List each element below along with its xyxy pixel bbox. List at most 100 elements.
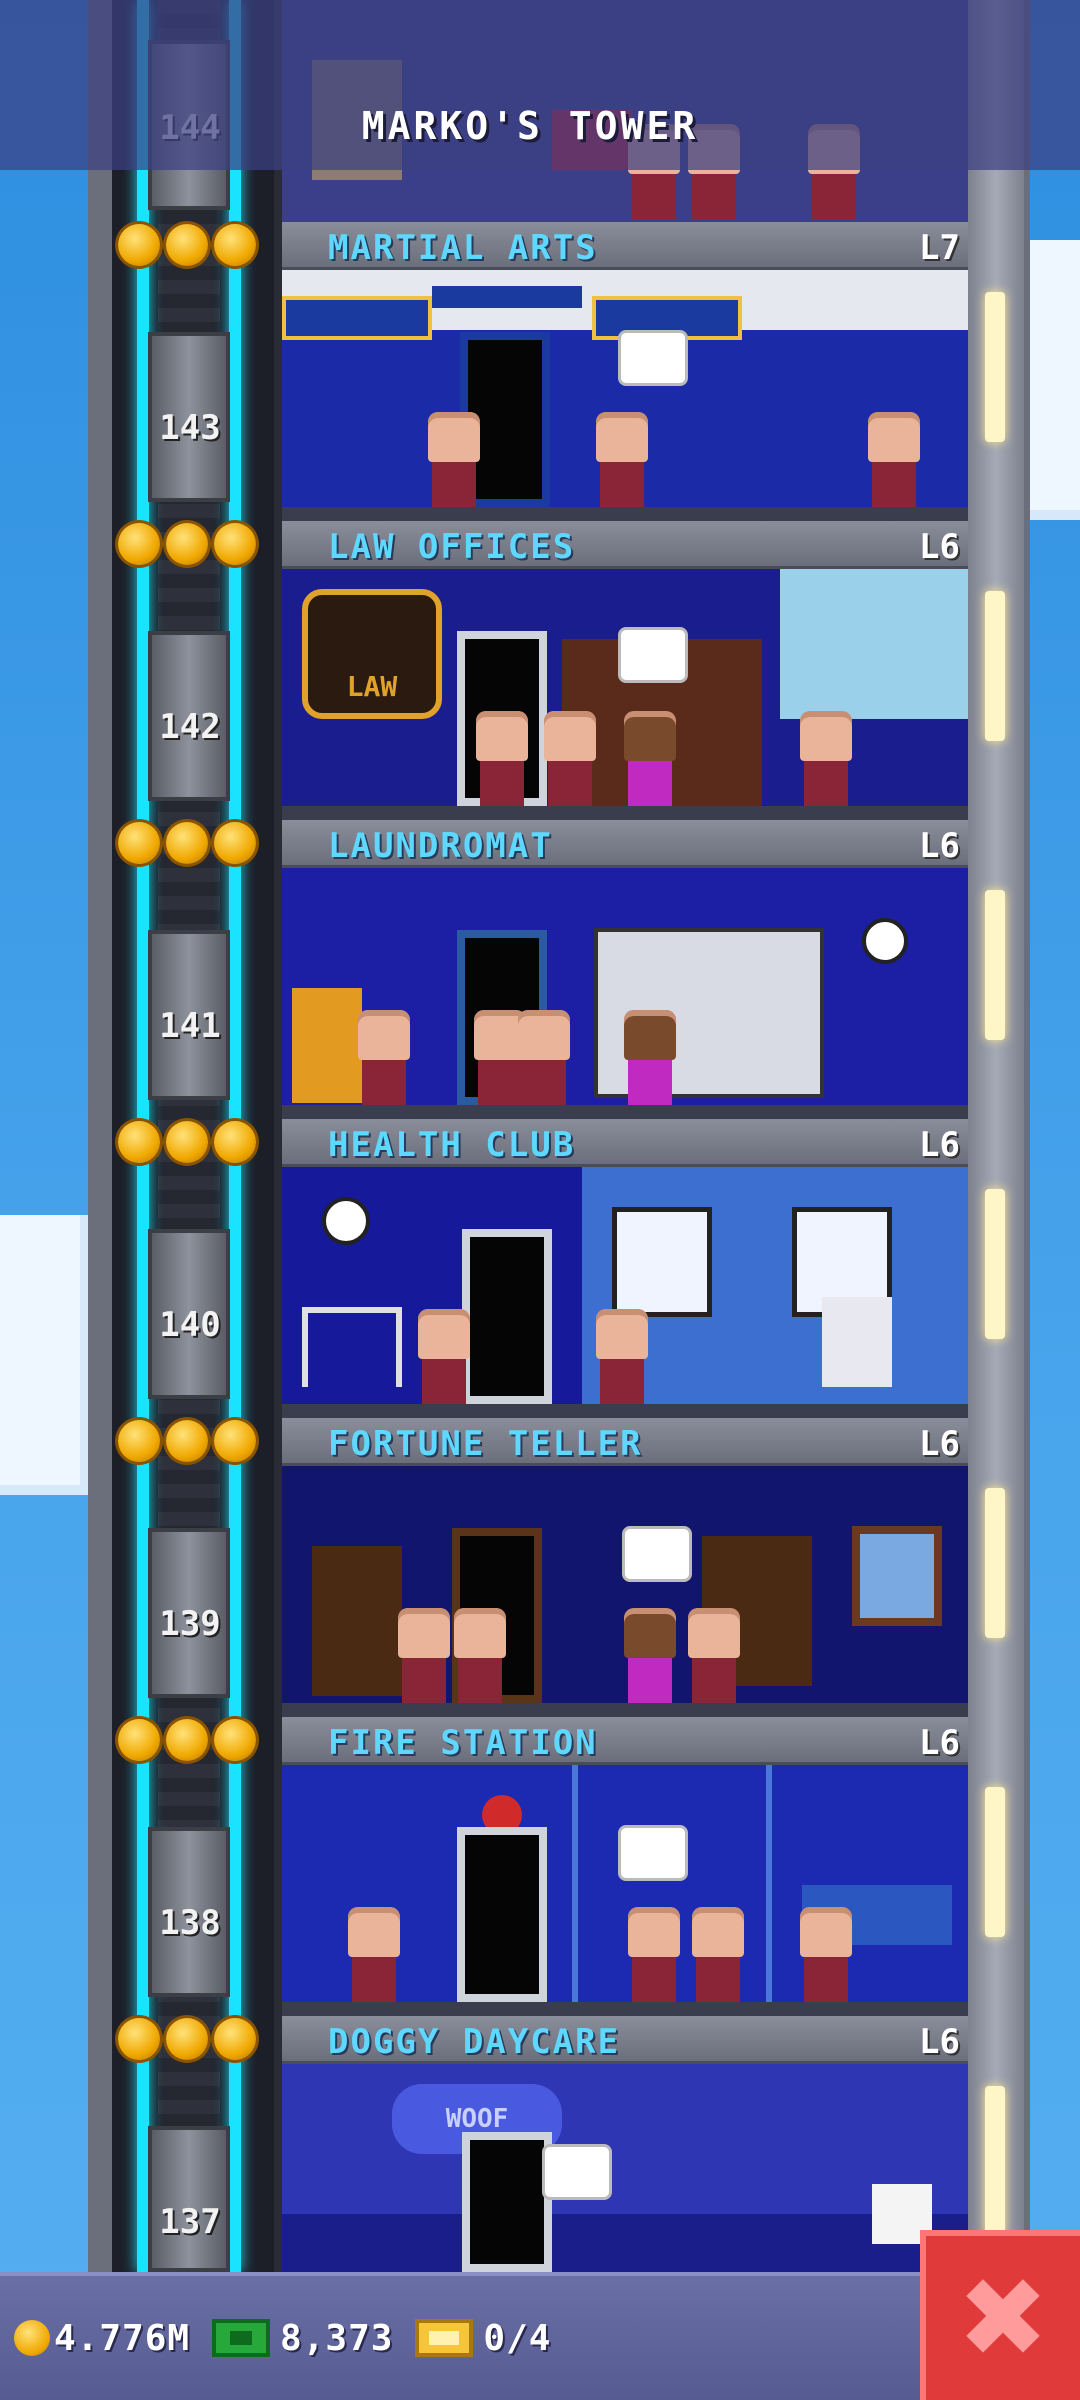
thought-bubble[interactable] [618, 1825, 688, 1881]
room-interior [282, 270, 968, 521]
floor-banner[interactable]: HEALTH CLUB L6 [282, 1119, 968, 1167]
floor-banner[interactable]: FIRE STATION L6 [282, 1717, 968, 1765]
star-rating [118, 822, 256, 864]
star-icon [166, 822, 208, 864]
window [852, 1526, 942, 1626]
resident[interactable] [590, 1309, 654, 1404]
floor-name: DOGGY DAYCARE [328, 2022, 621, 2062]
weight-bench [302, 1307, 402, 1387]
rail-light [985, 292, 1005, 442]
bottom-status-bar: 4.776M 8,373 0/4 [0, 2272, 1080, 2400]
coins-value: 4.776M [54, 2317, 191, 2359]
star-icon [118, 224, 160, 266]
resident[interactable] [862, 412, 926, 507]
floor-number: 142 [159, 707, 221, 747]
tower-header: MARKO'S TOWER [0, 0, 1080, 170]
resident[interactable] [538, 711, 602, 806]
thought-bubble[interactable] [618, 627, 688, 683]
floor-banner[interactable]: FORTUNE TELLER L6 [282, 1418, 968, 1466]
robot-pet[interactable] [822, 1297, 892, 1387]
floor-141[interactable]: LAUNDROMAT L6 141 [0, 820, 1080, 1119]
floor-level: L6 [919, 1125, 960, 1165]
elevator-door [148, 2126, 230, 2272]
resident[interactable] [682, 1608, 746, 1703]
room-ground [282, 2214, 968, 2272]
thought-bubble[interactable] [542, 2144, 612, 2200]
floor-level: L6 [919, 1723, 960, 1763]
star-icon [118, 1121, 160, 1163]
rail-light [985, 2086, 1005, 2236]
room-door[interactable] [457, 1827, 547, 2002]
star-icon [166, 1121, 208, 1163]
room-interior [282, 1466, 968, 1717]
resident[interactable] [794, 1907, 858, 2002]
resident[interactable] [392, 1608, 456, 1703]
resident[interactable] [618, 1608, 682, 1703]
star-icon [214, 2018, 256, 2060]
resident[interactable] [512, 1010, 576, 1105]
floor-level: L7 [919, 228, 960, 268]
room-interior: LAW [282, 569, 968, 820]
resident[interactable] [342, 1907, 406, 2002]
star-rating [118, 224, 256, 266]
room-floor [282, 507, 968, 521]
resident[interactable] [622, 1907, 686, 2002]
law-sign-text: LAW [346, 670, 398, 703]
floor-name: HEALTH CLUB [328, 1125, 576, 1165]
floor-138[interactable]: FIRE STATION L6 138 [0, 1717, 1080, 2016]
bux-stat[interactable]: 8,373 [212, 2318, 393, 2359]
floor-number: 138 [159, 1903, 221, 1943]
tower-title: MARKO'S TOWER [361, 104, 699, 148]
coin-icon [14, 2320, 50, 2356]
floor-139[interactable]: FORTUNE TELLER L6 139 [0, 1418, 1080, 1717]
room-door[interactable] [462, 2132, 552, 2272]
floor-number: 143 [159, 408, 221, 448]
floor-name: MARTIAL ARTS [328, 228, 598, 268]
room-floor [282, 1703, 968, 1717]
resident[interactable] [618, 1010, 682, 1105]
star-icon [118, 1420, 160, 1462]
floor-banner[interactable]: DOGGY DAYCARE L6 [282, 2016, 968, 2064]
resident[interactable] [794, 711, 858, 806]
floor-banner[interactable]: LAW OFFICES L6 [282, 521, 968, 569]
star-icon [214, 1719, 256, 1761]
floor-banner[interactable]: MARTIAL ARTS L7 [282, 222, 968, 270]
torii-gate [432, 286, 582, 308]
clock-icon [322, 1197, 370, 1245]
office-window [780, 569, 968, 719]
thought-bubble[interactable] [618, 330, 688, 386]
star-icon [166, 523, 208, 565]
tickets-stat[interactable]: 0/4 [415, 2318, 551, 2359]
thought-bubble[interactable] [622, 1526, 692, 1582]
star-icon [118, 1719, 160, 1761]
resident[interactable] [470, 711, 534, 806]
star-icon [214, 523, 256, 565]
gym-window [612, 1207, 712, 1317]
resident[interactable] [422, 412, 486, 507]
floor-140[interactable]: HEALTH CLUB L6 140 [0, 1119, 1080, 1418]
close-button[interactable]: ✖ [920, 2230, 1080, 2400]
resident[interactable] [686, 1907, 750, 2002]
law-sign: LAW [302, 589, 442, 719]
tickets-value: 0/4 [483, 2317, 552, 2359]
floor-name: LAUNDROMAT [328, 826, 553, 866]
resident[interactable] [448, 1608, 512, 1703]
star-rating [118, 523, 256, 565]
room-interior [282, 1167, 968, 1418]
room-interior [282, 868, 968, 1119]
resident[interactable] [412, 1309, 476, 1404]
room-interior [282, 1765, 968, 2016]
floor-143[interactable]: MARTIAL ARTS L7 143 [0, 222, 1080, 521]
floor-number: 141 [159, 1006, 221, 1046]
star-icon [214, 224, 256, 266]
clock-icon [862, 918, 908, 964]
resident[interactable] [352, 1010, 416, 1105]
floor-137[interactable]: DOGGY DAYCARE L6 WOOF 137 [0, 2016, 1080, 2272]
resident[interactable] [590, 412, 654, 507]
star-rating [118, 1420, 256, 1462]
floor-level: L6 [919, 826, 960, 866]
resident[interactable] [618, 711, 682, 806]
floor-142[interactable]: LAW OFFICES L6 LAW 142 [0, 521, 1080, 820]
coins-stat[interactable]: 4.776M [14, 2318, 190, 2359]
floor-banner[interactable]: LAUNDROMAT L6 [282, 820, 968, 868]
